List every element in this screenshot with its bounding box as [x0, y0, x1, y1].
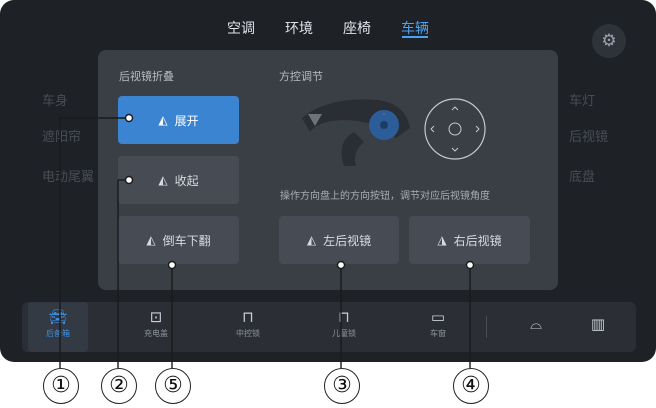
callout-5: ⑤	[155, 368, 191, 404]
callout-1: ①	[43, 368, 79, 404]
callout-3: ③	[324, 368, 360, 404]
callout-2: ②	[101, 368, 137, 404]
annotation-leader-lines	[59, 113, 475, 368]
callout-4: ④	[453, 368, 489, 404]
